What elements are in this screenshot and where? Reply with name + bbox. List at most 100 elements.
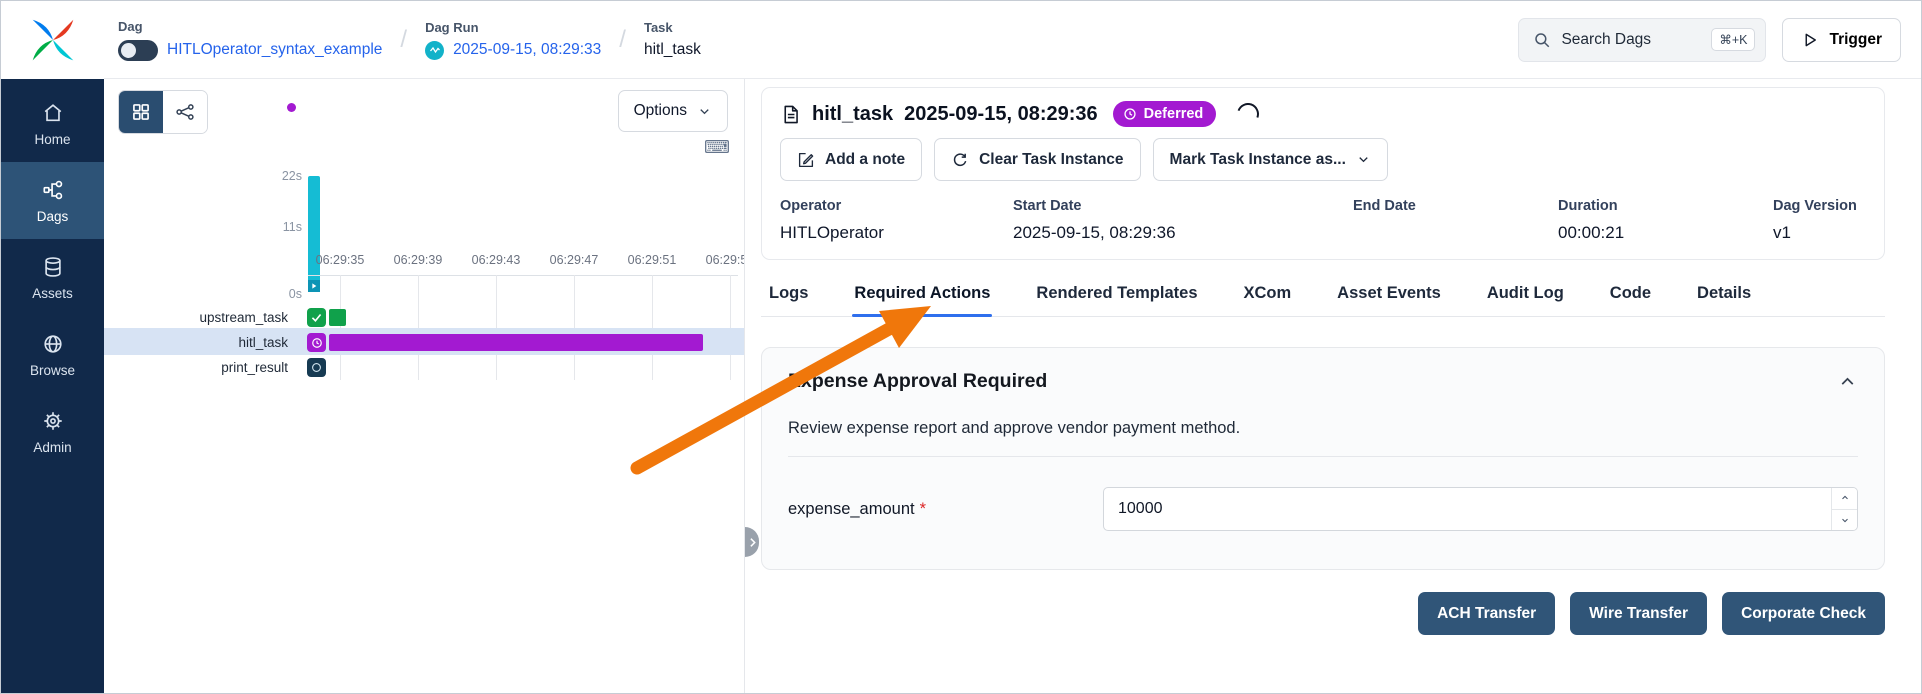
state-badge: Deferred — [1113, 101, 1217, 127]
duration-tick: 22s — [252, 169, 302, 183]
add-note-button[interactable]: Add a note — [780, 138, 922, 181]
tab-xcom[interactable]: XCom — [1242, 274, 1294, 316]
breadcrumb-dag-run: Dag Run 2025-09-15, 08:29:33 — [425, 20, 601, 60]
required-action-description: Review expense report and approve vendor… — [788, 419, 1858, 438]
meta-label: Start Date — [1013, 198, 1353, 214]
grid-view-button[interactable] — [119, 91, 163, 133]
number-stepper — [1831, 488, 1857, 530]
tab-logs[interactable]: Logs — [767, 274, 810, 316]
sidebar-item-label: Assets — [32, 286, 73, 301]
chevron-right-icon — [746, 536, 759, 549]
search-shortcut-badge: ⌘+K — [1711, 28, 1755, 51]
app-window: Home Dags Assets Browse Admin — [0, 0, 1922, 694]
time-tick: 06:29:47 — [534, 253, 614, 267]
card-divider — [788, 456, 1858, 457]
meta-value: 00:00:21 — [1558, 223, 1773, 243]
meta-value: HITLOperator — [780, 223, 1013, 243]
task-instance-meta: Operator HITLOperator Start Date 2025-09-1… — [780, 198, 1866, 243]
graph-view-button[interactable] — [163, 91, 207, 133]
task-state-square-success[interactable] — [307, 308, 326, 327]
meta-label: End Date — [1353, 198, 1558, 214]
assets-icon — [42, 256, 64, 278]
expense-amount-input[interactable] — [1103, 487, 1858, 531]
add-note-label: Add a note — [825, 151, 905, 169]
sidebar-item-admin[interactable]: Admin — [1, 393, 104, 470]
task-label: Task — [644, 20, 701, 35]
chevron-down-icon — [1840, 515, 1850, 525]
clear-label: Clear Task Instance — [979, 151, 1123, 169]
chevron-up-icon — [1840, 493, 1850, 503]
sidebar-item-label: Home — [34, 132, 70, 147]
tab-rendered-templates[interactable]: Rendered Templates — [1034, 274, 1199, 316]
refresh-icon — [951, 151, 969, 169]
tab-details[interactable]: Details — [1695, 274, 1753, 316]
search-placeholder: Search Dags — [1561, 31, 1701, 49]
gantt-task-label[interactable]: upstream_task — [104, 305, 296, 330]
duration-tick: 11s — [252, 220, 302, 234]
duration-bar-marker — [308, 280, 320, 292]
view-toggle-group — [118, 90, 208, 134]
task-instance-panel: hitl_task 2025-09-15, 08:29:36 Deferred … — [745, 79, 1921, 693]
clear-task-instance-button[interactable]: Clear Task Instance — [934, 138, 1140, 181]
chevron-down-icon — [1356, 152, 1371, 167]
stepper-up-button[interactable] — [1832, 488, 1857, 510]
dag-run-link[interactable]: 2025-09-15, 08:29:33 — [453, 41, 601, 59]
task-instance-tabs: Logs Required Actions Rendered Templates… — [761, 274, 1885, 317]
required-action-card: Expense Approval Required Review expense… — [761, 347, 1885, 570]
sidebar-item-browse[interactable]: Browse — [1, 316, 104, 393]
breadcrumb-task: Task hitl_task — [644, 20, 701, 59]
gantt-bar-hitl[interactable] — [329, 334, 703, 351]
mark-as-label: Mark Task Instance as... — [1170, 151, 1346, 169]
grid-icon — [131, 102, 151, 122]
options-button[interactable]: Options — [618, 90, 728, 132]
corporate-check-button[interactable]: Corporate Check — [1722, 592, 1885, 635]
dag-pause-toggle[interactable] — [118, 40, 158, 61]
gantt-task-label[interactable]: print_result — [104, 355, 296, 380]
breadcrumb-bar: Dag HITLOperator_syntax_example / Dag Ru… — [104, 1, 1921, 79]
content-split: Options ⌨ 22s 11s 0s 06:29:35 06:29:39 0… — [104, 79, 1921, 693]
tab-audit-log[interactable]: Audit Log — [1485, 274, 1566, 316]
task-state-square-scheduled[interactable] — [307, 358, 326, 377]
duration-tick: 0s — [252, 287, 302, 301]
stepper-down-button[interactable] — [1832, 510, 1857, 531]
airflow-logo[interactable] — [1, 1, 104, 79]
tab-required-actions[interactable]: Required Actions — [852, 274, 992, 316]
check-icon — [310, 311, 323, 324]
grid-panel: Options ⌨ 22s 11s 0s 06:29:35 06:29:39 0… — [104, 79, 745, 693]
tab-code[interactable]: Code — [1608, 274, 1653, 316]
gear-icon — [42, 410, 64, 432]
circle-icon — [311, 362, 322, 373]
sidebar-item-assets[interactable]: Assets — [1, 239, 104, 316]
sidebar-nav: Home Dags Assets Browse Admin — [1, 79, 104, 693]
chevron-up-icon[interactable] — [1837, 371, 1858, 392]
gantt-bar-upstream[interactable] — [329, 309, 346, 326]
browse-icon — [42, 333, 64, 355]
task-state-square-deferred[interactable] — [307, 333, 326, 352]
graph-icon — [175, 102, 195, 122]
time-tick: 06:29:39 — [378, 253, 458, 267]
options-label: Options — [634, 102, 687, 120]
document-icon — [780, 104, 801, 125]
task-instance-name: hitl_task — [812, 103, 893, 126]
mark-task-instance-as-button[interactable]: Mark Task Instance as... — [1153, 138, 1388, 181]
ach-transfer-button[interactable]: ACH Transfer — [1418, 592, 1555, 635]
tab-asset-events[interactable]: Asset Events — [1335, 274, 1443, 316]
dag-link[interactable]: HITLOperator_syntax_example — [167, 41, 382, 59]
gantt-task-label[interactable]: hitl_task — [104, 330, 296, 355]
sidebar-item-label: Dags — [37, 209, 69, 224]
meta-label: Operator — [780, 198, 1013, 214]
keyboard-shortcuts-icon[interactable]: ⌨ — [704, 137, 730, 158]
dag-run-state-icon — [425, 41, 444, 60]
search-dags-button[interactable]: Search Dags ⌘+K — [1518, 18, 1766, 62]
home-icon — [42, 102, 64, 124]
sidebar-item-dags[interactable]: Dags — [1, 162, 104, 239]
wire-transfer-button[interactable]: Wire Transfer — [1570, 592, 1707, 635]
trigger-button[interactable]: Trigger — [1782, 18, 1901, 62]
meta-label: Dag Version — [1773, 198, 1866, 214]
breadcrumb-separator: / — [619, 26, 626, 54]
meta-value: 2025-09-15, 08:29:36 — [1013, 223, 1353, 243]
required-action-title: Expense Approval Required — [788, 370, 1047, 393]
task-instance-run-date: 2025-09-15, 08:29:36 — [904, 103, 1097, 126]
sidebar-item-home[interactable]: Home — [1, 85, 104, 162]
sidebar-item-label: Admin — [33, 440, 71, 455]
